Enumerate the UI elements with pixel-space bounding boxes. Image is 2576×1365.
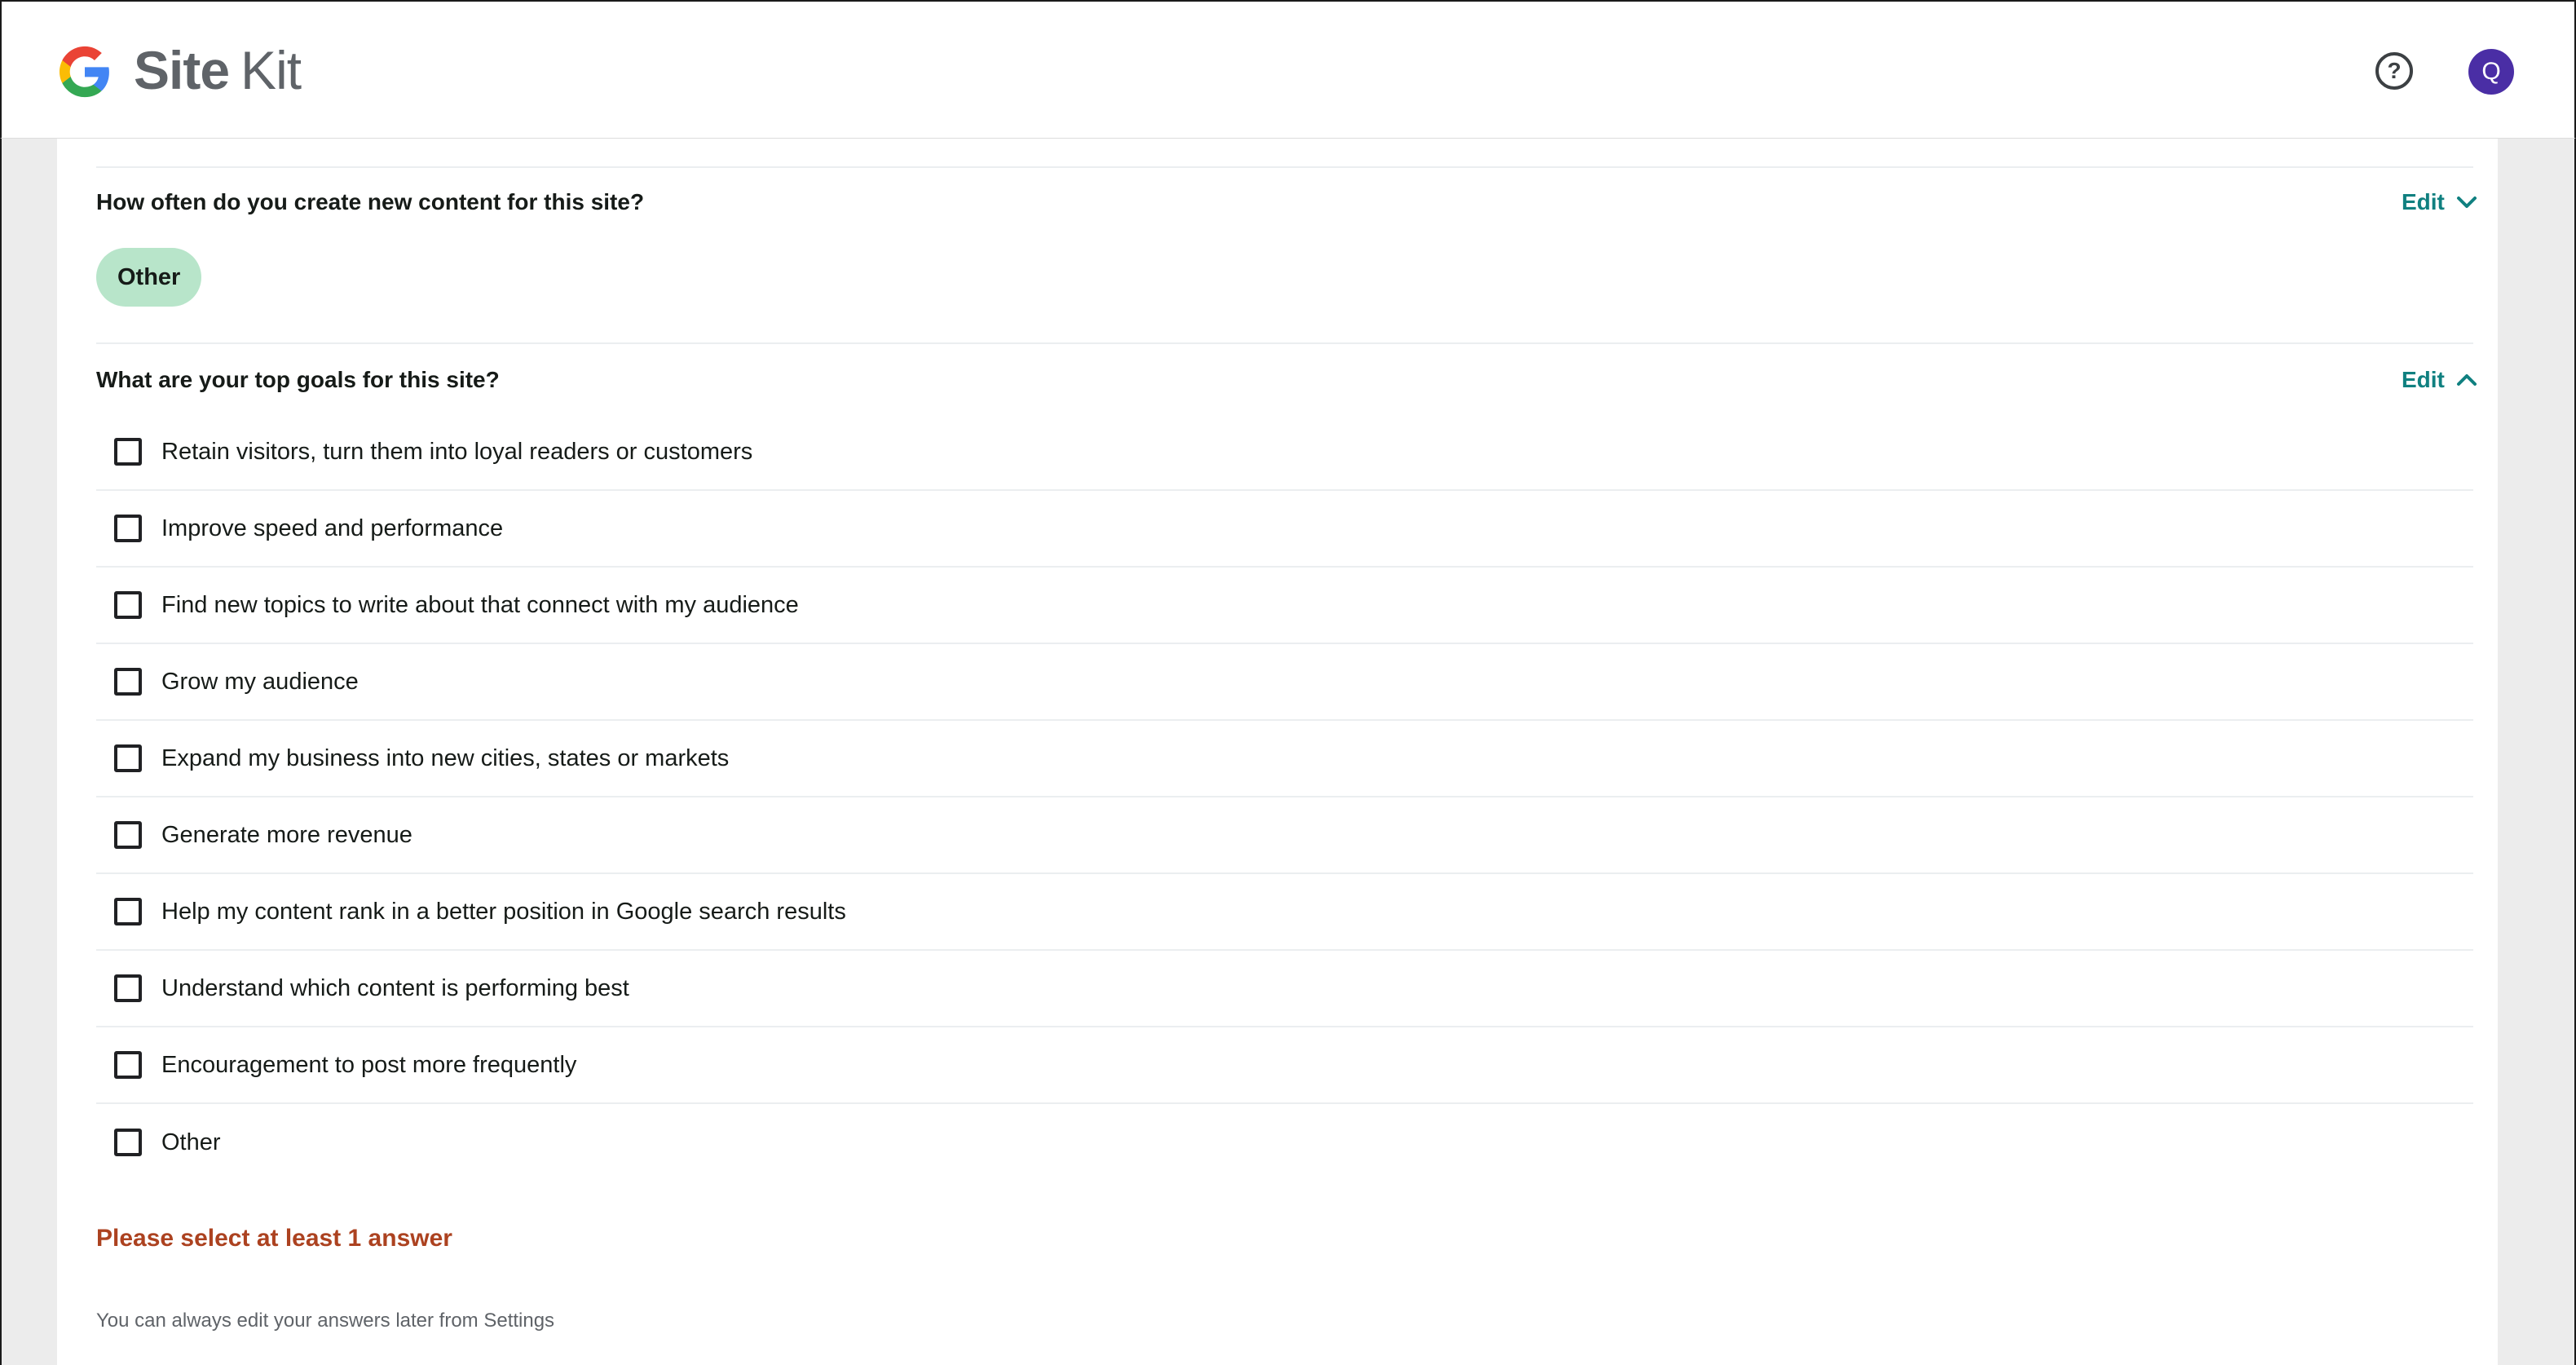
divider (96, 166, 2473, 168)
goals-question: What are your top goals for this site? (96, 367, 500, 392)
user-input-card: How often do you create new content for … (57, 139, 2498, 1365)
validation-error-message: Please select at least 1 answer (96, 1225, 452, 1252)
goals-checkbox-list: Retain visitors, turn them into loyal re… (96, 414, 2473, 1181)
checkbox[interactable] (114, 821, 142, 849)
goal-option-post-frequently[interactable]: Encouragement to post more frequently (96, 1027, 2473, 1104)
goal-option-label: Help my content rank in a better positio… (161, 898, 846, 925)
checkbox[interactable] (114, 1129, 142, 1156)
checkbox[interactable] (114, 898, 142, 925)
goals-edit-button[interactable]: Edit (2402, 367, 2479, 393)
chevron-up-icon (2456, 374, 2477, 386)
edit-label: Edit (2402, 189, 2445, 214)
checkbox[interactable] (114, 438, 142, 466)
goal-option-label: Find new topics to write about that conn… (161, 591, 799, 618)
goal-option-retain-visitors[interactable]: Retain visitors, turn them into loyal re… (96, 414, 2473, 491)
goal-option-label: Encouragement to post more frequently (161, 1051, 577, 1078)
brand-kit-text: Kit (240, 40, 302, 100)
user-avatar[interactable]: Q (2468, 49, 2514, 95)
goal-option-label: Grow my audience (161, 668, 359, 695)
brand-site-text: Site (134, 40, 230, 100)
site-kit-brand: Site Kit (134, 38, 302, 103)
goal-option-label: Improve speed and performance (161, 515, 504, 541)
goal-option-other[interactable]: Other (96, 1104, 2473, 1181)
checkbox[interactable] (114, 515, 142, 542)
divider (96, 342, 2473, 344)
app-header: Site Kit ? Q (0, 0, 2576, 139)
edit-label: Edit (2402, 367, 2445, 392)
checkbox[interactable] (114, 591, 142, 619)
google-logo-icon (59, 46, 109, 98)
content-frequency-question: How often do you create new content for … (96, 189, 645, 214)
selected-answer-chip: Other (96, 248, 202, 307)
checkbox[interactable] (114, 1051, 142, 1079)
goal-option-content-performance[interactable]: Understand which content is performing b… (96, 951, 2473, 1027)
checkbox[interactable] (114, 668, 142, 696)
goal-option-find-topics[interactable]: Find new topics to write about that conn… (96, 568, 2473, 644)
window-edge-left (0, 139, 2, 1365)
chevron-down-icon (2456, 197, 2477, 208)
goal-option-generate-revenue[interactable]: Generate more revenue (96, 797, 2473, 874)
goal-option-label: Expand my business into new cities, stat… (161, 744, 730, 771)
goal-option-label: Understand which content is performing b… (161, 974, 629, 1001)
goal-option-expand-business[interactable]: Expand my business into new cities, stat… (96, 721, 2473, 797)
checkbox[interactable] (114, 974, 142, 1002)
checkbox[interactable] (114, 744, 142, 772)
goal-option-label: Retain visitors, turn them into loyal re… (161, 438, 753, 465)
goal-option-label: Generate more revenue (161, 821, 412, 848)
goal-option-grow-audience[interactable]: Grow my audience (96, 644, 2473, 721)
goal-option-improve-speed[interactable]: Improve speed and performance (96, 491, 2473, 568)
content-frequency-edit-button[interactable]: Edit (2402, 189, 2479, 215)
help-icon[interactable]: ? (2375, 52, 2413, 90)
goal-option-label: Other (161, 1129, 221, 1155)
goal-option-search-rank[interactable]: Help my content rank in a better positio… (96, 874, 2473, 951)
settings-footnote: You can always edit your answers later f… (96, 1310, 555, 1332)
